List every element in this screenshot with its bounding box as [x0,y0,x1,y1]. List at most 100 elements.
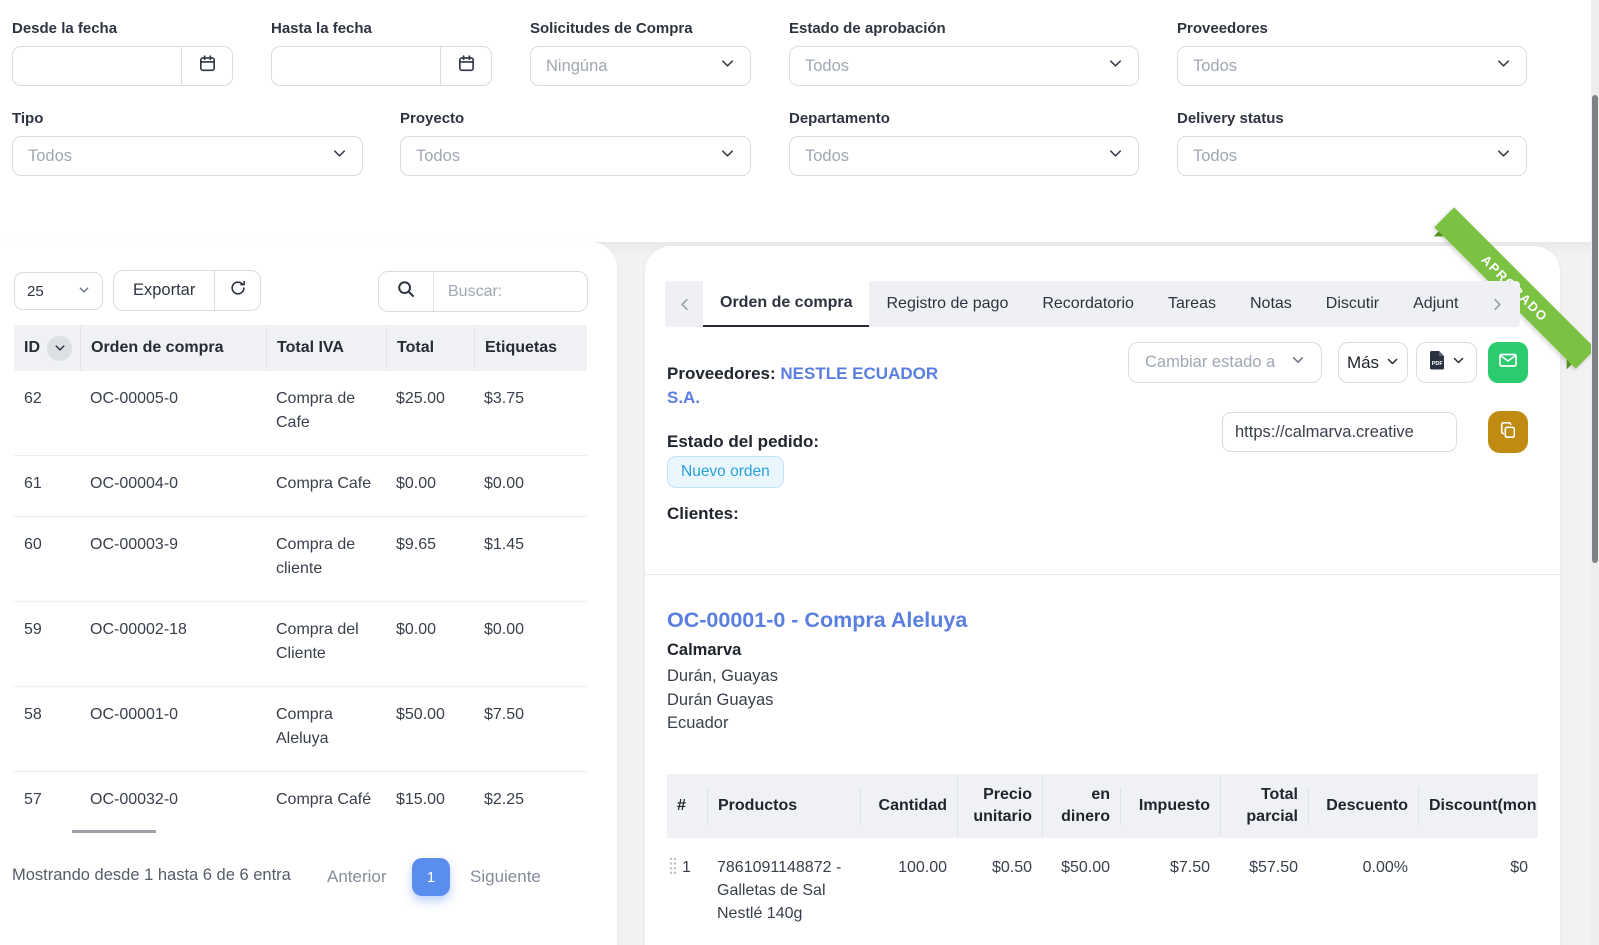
column-label: Orden de compra [91,339,223,357]
proyecto-select[interactable]: Todos [400,136,751,176]
svg-text:PDF: PDF [1431,361,1443,367]
tab-registro-de-pago[interactable]: Registro de pago [869,281,1025,327]
page-scrollbar-track[interactable] [1591,0,1599,945]
item-tax: $7.50 [1120,856,1220,925]
more-button[interactable]: Más [1338,342,1408,383]
chevron-down-icon [1108,146,1123,166]
copy-link-button[interactable] [1488,411,1528,453]
search-input[interactable] [434,283,587,301]
cell-order: OC-00002-18 [80,618,266,666]
pagination-info: Mostrando desde 1 hasta 6 de 6 entra [12,866,312,885]
table-row[interactable]: 62 OC-00005-0 Compra de Cafe $25.00 $3.7… [14,371,587,456]
cell-order: OC-00003-9 [80,533,266,581]
tipo-select[interactable]: Todos [12,136,363,176]
clients-label: Clientes: [667,504,739,524]
column-header-id[interactable]: ID [14,325,80,371]
orders-table-body: 62 OC-00005-0 Compra de Cafe $25.00 $3.7… [14,371,587,832]
cell-iva: $9.65 [386,533,474,581]
item-discount-money: $0 [1418,856,1538,925]
drag-handle-icon[interactable] [669,856,677,925]
item-amount: $50.00 [1042,856,1120,925]
tab-orden-de-compra[interactable]: Orden de compra [703,281,869,327]
chevron-down-icon [720,146,735,166]
chevron-down-icon [1496,146,1511,166]
calendar-button[interactable] [181,47,232,85]
filter-label: Delivery status [1177,110,1527,127]
refresh-button[interactable] [214,271,260,310]
cell-name: Compra de cliente [266,533,386,581]
cell-total: $0.00 [474,618,587,666]
search-button[interactable] [379,272,434,311]
more-label: Más [1347,353,1379,373]
solicitudes-select[interactable]: Ningúna [530,46,751,86]
pdf-button[interactable]: PDF [1416,342,1477,383]
table-row[interactable]: 59 OC-00002-18 Compra del Cliente $0.00 … [14,602,587,687]
tabs-scroll-right-button[interactable] [1478,281,1516,327]
pagination-page-1[interactable]: 1 [412,858,450,896]
share-url-input[interactable]: https://calmarva.creative [1222,412,1457,452]
filter-label: Proyecto [400,110,751,127]
tab-notas[interactable]: Notas [1233,281,1309,327]
orders-table-header: ID Orden de compra Total IVA Total Etiqu… [14,325,587,371]
filters-section: Desde la fecha Hasta la fecha [0,0,1599,242]
table-row[interactable]: 57 OC-00032-0 Compra Café $15.00 $2.25 [14,772,587,832]
cell-id: 62 [14,387,80,435]
tab-recordatorio[interactable]: Recordatorio [1025,281,1151,327]
desde-la-fecha-input[interactable] [12,46,233,86]
items-table: # Productos Cantidad Precio unitario en … [667,774,1538,925]
date-text-area[interactable] [13,47,181,85]
items-col-productos: Productos [707,787,860,825]
column-label: Total [397,339,434,357]
column-label: Etiquetas [485,339,557,357]
change-status-button[interactable]: Cambiar estado a [1128,342,1322,383]
table-row[interactable]: 58 OC-00001-0 Compra Aleluya $50.00 $7.5… [14,687,587,772]
tabs-scroll-left-button[interactable] [665,281,703,327]
filter-label: Departamento [789,110,1139,127]
departamento-select[interactable]: Todos [789,136,1139,176]
table-row[interactable]: 61 OC-00004-0 Compra Cafe $0.00 $0.00 [14,456,587,517]
send-email-button[interactable] [1488,342,1528,383]
filter-label: Desde la fecha [12,20,233,37]
horizontal-scrollbar[interactable] [72,830,156,833]
select-value: Todos [1193,147,1237,166]
item-qty: 100.00 [860,856,957,925]
filter-estado-aprobacion: Estado de aprobación Todos [789,20,1139,86]
pagination-prev[interactable]: Anterior [327,867,387,887]
suppliers-label: Proveedores: [667,364,780,383]
order-status-label: Estado del pedido: [667,432,819,452]
column-header-total-iva[interactable]: Total IVA [266,325,386,371]
select-value: Todos [805,57,849,76]
calendar-button[interactable] [440,47,491,85]
tab-tareas[interactable]: Tareas [1151,281,1233,327]
page-scrollbar-thumb[interactable] [1592,95,1598,563]
page-size-select[interactable]: 25 [14,272,103,310]
pagination-next[interactable]: Siguiente [470,867,541,887]
proveedores-select[interactable]: Todos [1177,46,1527,86]
items-col-impuesto: Impuesto [1120,787,1220,825]
orders-list-panel: 25 Exportar [0,242,617,945]
change-status-label: Cambiar estado a [1145,353,1275,372]
cell-name: Compra de Cafe [266,387,386,435]
sort-chevron-icon[interactable] [47,336,72,361]
table-row[interactable]: 60 OC-00003-9 Compra de cliente $9.65 $1… [14,517,587,602]
pdf-file-icon: PDF [1429,350,1446,375]
status-badge: Nuevo orden [667,456,784,488]
delivery-status-select[interactable]: Todos [1177,136,1527,176]
calendar-icon [457,54,476,78]
export-button[interactable]: Exportar [114,271,214,310]
column-header-total[interactable]: Total [386,325,474,371]
tab-discutir[interactable]: Discutir [1309,281,1396,327]
item-num: 1 [682,856,691,925]
cell-name: Compra del Cliente [266,618,386,666]
column-header-etiquetas[interactable]: Etiquetas [474,325,587,371]
hasta-la-fecha-input[interactable] [271,46,492,86]
select-value: Todos [805,147,849,166]
estado-aprobacion-select[interactable]: Todos [789,46,1139,86]
column-header-orden[interactable]: Orden de compra [80,325,266,371]
export-label: Exportar [133,281,195,300]
envelope-icon [1498,350,1518,375]
item-discount-pct: 0.00% [1308,856,1418,925]
cell-id: 60 [14,533,80,581]
tab-adjuntos[interactable]: Adjunt [1396,281,1475,327]
date-text-area[interactable] [272,47,440,85]
